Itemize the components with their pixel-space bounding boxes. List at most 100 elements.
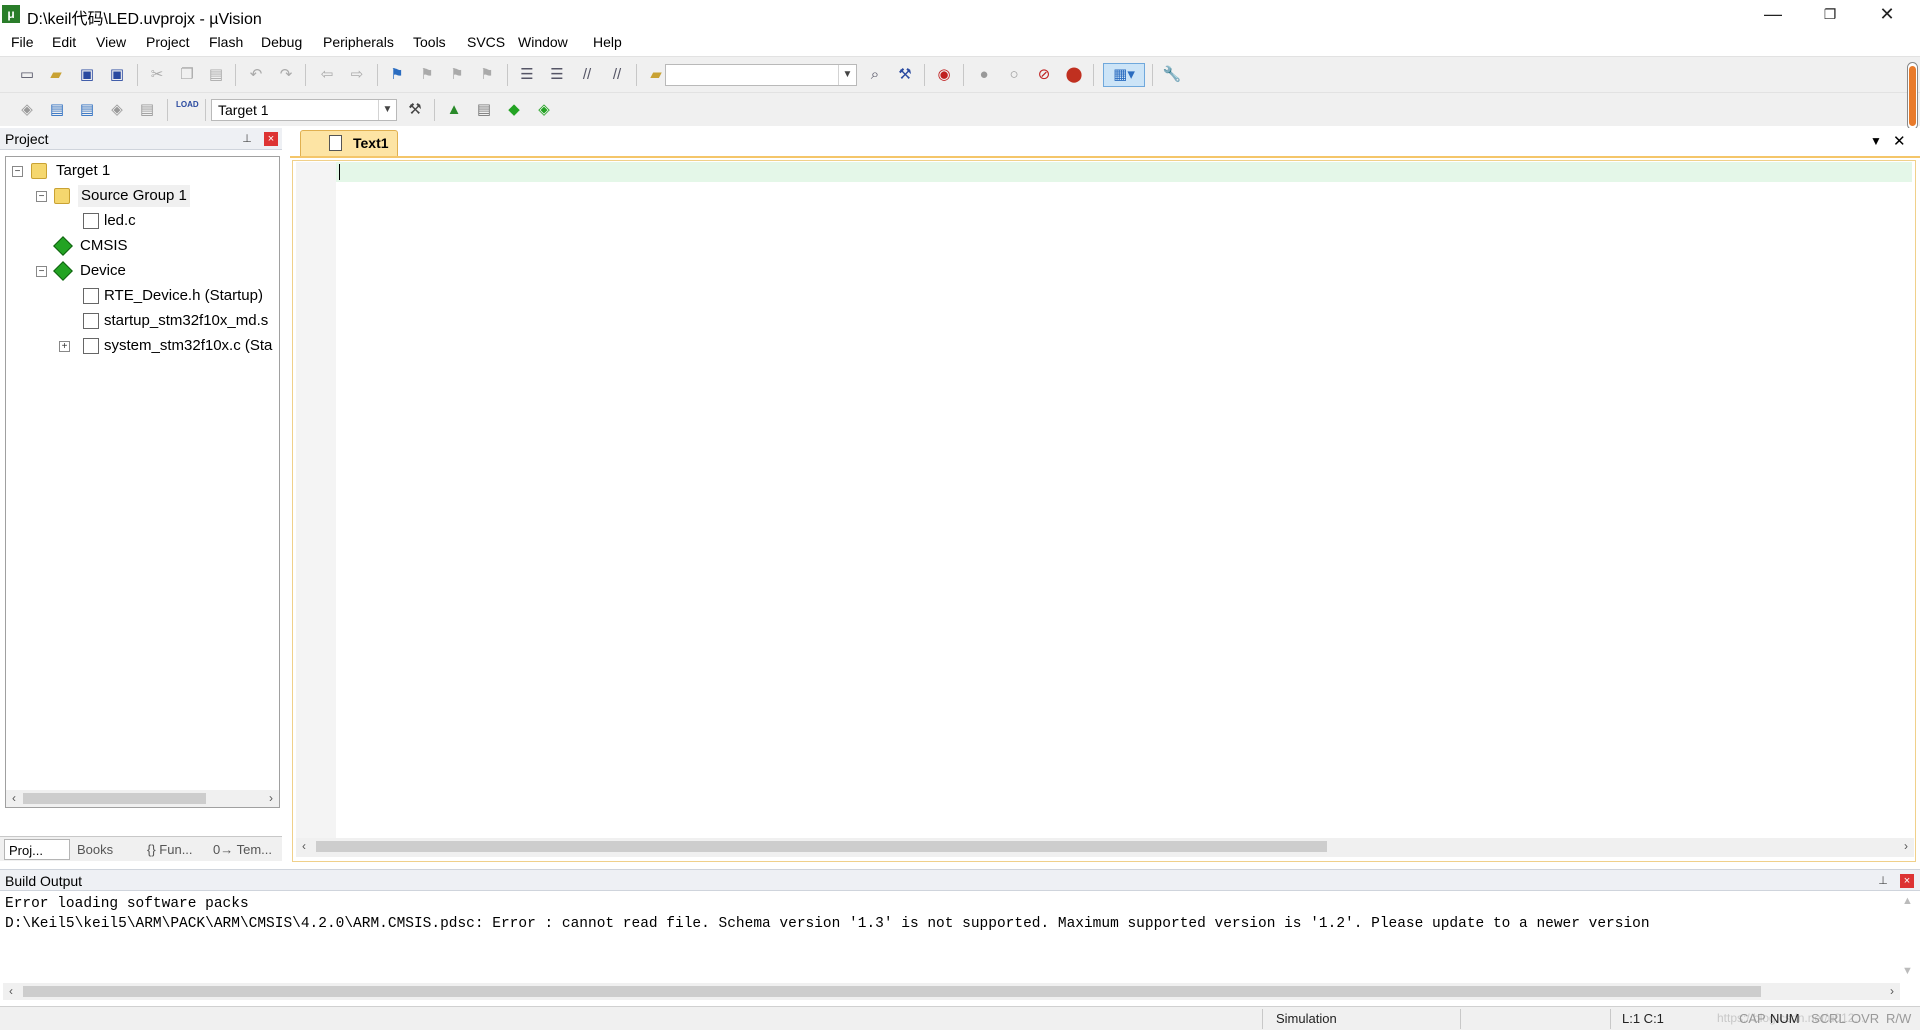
tree-item-device[interactable]: Device <box>80 260 126 282</box>
scroll-left-icon[interactable]: ‹ <box>3 983 19 1000</box>
expand-icon[interactable]: + <box>59 341 70 352</box>
scroll-left-icon[interactable]: ‹ <box>6 790 22 807</box>
menu-tools[interactable]: Tools <box>413 34 446 50</box>
tree-item-file[interactable]: RTE_Device.h (Startup) <box>104 285 263 307</box>
prev-bookmark-icon[interactable]: ⚑ <box>416 64 438 86</box>
next-bookmark-icon[interactable]: ⚑ <box>446 64 468 86</box>
chevron-down-icon[interactable]: ▼ <box>838 65 856 85</box>
pin-icon[interactable]: ⊥ <box>1876 874 1890 888</box>
save-all-icon[interactable]: ▣ <box>106 64 128 86</box>
chevron-down-icon[interactable]: ▼ <box>378 100 396 120</box>
menu-project[interactable]: Project <box>146 34 190 50</box>
rebuild-icon[interactable]: ▤ <box>76 99 98 121</box>
paste-icon[interactable]: ▤ <box>205 64 227 86</box>
project-horizontal-scrollbar[interactable]: ‹ › <box>6 790 279 807</box>
uncomment-icon[interactable]: // <box>606 64 628 86</box>
stop-build-icon[interactable]: ▤ <box>136 99 158 121</box>
insert-breakpoint-icon[interactable]: ● <box>973 64 995 86</box>
tab-books[interactable]: Books <box>73 839 140 860</box>
scroll-right-icon[interactable]: › <box>1884 983 1900 1000</box>
save-icon[interactable]: ▣ <box>76 64 98 86</box>
manage-project-items-icon[interactable]: ▲ <box>443 99 465 121</box>
menu-help[interactable]: Help <box>593 34 622 50</box>
close-document-icon[interactable]: ✕ <box>1893 132 1906 150</box>
manage-rte-icon[interactable]: ◆ <box>503 99 525 121</box>
menu-file[interactable]: File <box>11 34 34 50</box>
find-icon[interactable]: ⌕ <box>864 64 886 86</box>
tab-templates[interactable]: 0→ Tem... <box>209 839 279 860</box>
scroll-right-icon[interactable]: › <box>263 790 279 807</box>
scroll-thumb[interactable] <box>23 986 1761 997</box>
scroll-thumb[interactable] <box>316 841 1327 852</box>
tree-item-cmsis[interactable]: CMSIS <box>80 235 128 257</box>
pin-icon[interactable]: ⊥ <box>240 132 254 146</box>
find-in-files-icon[interactable]: ▰ <box>645 64 667 86</box>
menu-window[interactable]: Window <box>518 34 568 50</box>
scroll-down-icon[interactable]: ▼ <box>1902 965 1913 977</box>
cut-icon[interactable]: ✂ <box>146 64 168 86</box>
enable-breakpoint-icon[interactable]: ○ <box>1003 64 1025 86</box>
batch-build-icon[interactable]: ◈ <box>106 99 128 121</box>
build-icon[interactable]: ▤ <box>46 99 68 121</box>
unindent-icon[interactable]: ☰ <box>546 64 568 86</box>
scroll-up-icon[interactable]: ▲ <box>1902 895 1913 907</box>
tree-item-file[interactable]: startup_stm32f10x_md.s <box>104 310 268 332</box>
open-file-icon[interactable]: ▰ <box>45 64 67 86</box>
tree-item-source-group[interactable]: Source Group 1 <box>78 185 190 207</box>
pack-installer-icon[interactable]: ◈ <box>533 99 555 121</box>
minimize-button[interactable]: — <box>1744 0 1802 30</box>
load-download-icon[interactable]: LOAD <box>176 99 199 121</box>
tree-item-target[interactable]: Target 1 <box>56 160 110 182</box>
menu-flash[interactable]: Flash <box>209 34 243 50</box>
menu-view[interactable]: View <box>96 34 126 50</box>
incremental-find-icon[interactable]: ⚒ <box>894 64 916 86</box>
copy-icon[interactable]: ❐ <box>176 64 198 86</box>
tab-list-dropdown-icon[interactable]: ▼ <box>1870 134 1882 148</box>
editor-tab-text1[interactable]: Text1 <box>300 130 398 156</box>
comment-icon[interactable]: // <box>576 64 598 86</box>
close-icon[interactable]: × <box>1900 874 1914 888</box>
configure-icon[interactable]: 🔧 <box>1161 64 1183 86</box>
undo-icon[interactable]: ↶ <box>245 64 267 86</box>
start-debug-icon[interactable]: ◉ <box>933 64 955 86</box>
restore-button[interactable]: ❐ <box>1801 0 1859 30</box>
disable-breakpoints-icon[interactable]: ⊘ <box>1033 64 1055 86</box>
tab-project[interactable]: Proj... <box>4 839 70 860</box>
indent-icon[interactable]: ☰ <box>516 64 538 86</box>
find-combo[interactable]: ▼ <box>665 64 857 86</box>
tree-item-file[interactable]: system_stm32f10x.c (Sta <box>104 335 272 357</box>
toolbar-scroll-thumb[interactable] <box>1909 66 1916 126</box>
target-options-icon[interactable]: ⚒ <box>404 99 426 121</box>
navigate-forward-icon[interactable]: ⇨ <box>346 64 368 86</box>
redo-icon[interactable]: ↷ <box>275 64 297 86</box>
menu-svcs[interactable]: SVCS <box>467 34 505 50</box>
navigate-back-icon[interactable]: ⇦ <box>316 64 338 86</box>
menu-edit[interactable]: Edit <box>52 34 76 50</box>
build-vertical-scrollbar[interactable]: ▲ ▼ <box>1900 895 1917 983</box>
close-window-button[interactable]: ✕ <box>1858 0 1916 30</box>
scroll-right-icon[interactable]: › <box>1898 838 1914 855</box>
close-icon[interactable]: × <box>264 132 278 146</box>
clear-bookmarks-icon[interactable]: ⚑ <box>476 64 498 86</box>
build-horizontal-scrollbar[interactable]: ‹ › <box>3 983 1900 1000</box>
scroll-left-icon[interactable]: ‹ <box>296 838 312 855</box>
menu-debug[interactable]: Debug <box>261 34 302 50</box>
translate-icon[interactable]: ◈ <box>16 99 38 121</box>
tree-item-file[interactable]: led.c <box>104 210 136 232</box>
collapse-icon[interactable]: − <box>12 166 23 177</box>
status-num: NUM <box>1770 1011 1800 1026</box>
new-file-icon[interactable]: ▭ <box>16 64 38 86</box>
bookmark-icon[interactable]: ⚑ <box>386 64 408 86</box>
current-line-highlight[interactable] <box>336 162 1912 182</box>
target-select[interactable]: Target 1 ▼ <box>211 99 397 121</box>
collapse-icon[interactable]: − <box>36 191 47 202</box>
scroll-thumb[interactable] <box>23 793 206 804</box>
window-layout-icon[interactable]: ▦▾ <box>1103 63 1145 87</box>
menu-peripherals[interactable]: Peripherals <box>323 34 394 50</box>
kill-breakpoints-icon[interactable]: ⬤ <box>1063 64 1085 86</box>
tab-functions[interactable]: {} Fun... <box>143 839 207 860</box>
tab-templates-label: 0→ Tem... <box>213 842 273 857</box>
editor-horizontal-scrollbar[interactable]: ‹ › <box>296 838 1914 857</box>
select-packs-icon[interactable]: ▤ <box>473 99 495 121</box>
collapse-icon[interactable]: − <box>36 266 47 277</box>
